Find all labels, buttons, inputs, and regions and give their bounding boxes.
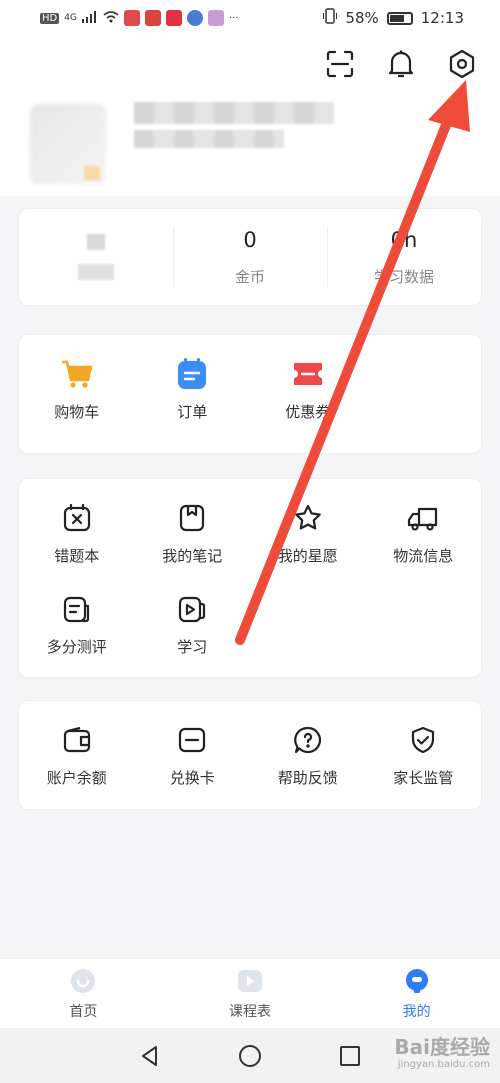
delivery-truck-icon [406,501,440,535]
tab-home-label: 首页 [69,1003,98,1020]
wallet-item[interactable]: 账户余额 [19,701,135,809]
clock-time: 12:13 [420,9,464,27]
tab-schedule-label: 课程表 [229,1003,271,1020]
app-notification-icon [123,10,140,26]
mine-tab-icon [405,968,428,993]
mistake-book-icon [60,501,94,535]
video-study-item[interactable]: 学习 [135,578,251,670]
coins-value: 0 [243,227,257,252]
star-wish-icon [291,501,325,535]
stat-study-data[interactable]: 0h 学习数据 [327,209,481,305]
hd-label: HD [40,12,60,24]
help-feedback-item[interactable]: 帮助反馈 [250,701,366,809]
recents-icon[interactable] [338,1044,362,1068]
status-bar: HD 4G ··· 58% 12:13 [0,0,500,36]
help-feedback-icon [291,723,325,757]
shop-section: 购物车 订单 优惠券 [18,334,482,454]
mistake-book-item[interactable]: 错题本 [19,479,135,571]
shopping-cart-label: 购物车 [54,403,100,421]
assessment-item[interactable]: 多分测评 [19,578,135,670]
shopping-cart-icon [60,357,94,391]
tab-mine[interactable]: 我的 [333,959,500,1028]
wallet-label: 账户余额 [46,769,107,787]
stat-coins[interactable]: 0 金币 [173,209,327,305]
stat-blurred-value [87,234,105,250]
network-type-label: 4G [64,13,77,23]
tab-mine-label: 我的 [402,1003,431,1020]
battery-percent: 58% [345,9,379,27]
coupon-item[interactable]: 优惠券 [250,335,366,453]
tab-home[interactable]: 首页 [0,959,167,1028]
order-label: 订单 [177,403,208,421]
header-actions [0,36,500,96]
wallet-icon [60,723,94,757]
redeem-card-icon [175,723,209,757]
shopping-cart-item[interactable]: 购物车 [19,335,135,453]
watermark: Bai度经验 jingyan.baidu.com [394,1035,490,1071]
username-blurred [134,102,334,124]
home-tab-icon [71,968,96,993]
music-app-icon [186,10,203,26]
parental-control-label: 家长监管 [393,769,454,787]
more-icon: ··· [228,12,239,24]
vibrate-icon [323,8,338,28]
blurred-badge [84,166,100,180]
scan-icon[interactable] [320,44,360,84]
study-data-label: 学习数据 [373,267,434,286]
empty-slot [366,335,482,453]
coupon-label: 优惠券 [285,403,331,421]
stat-blurred-label [78,264,114,280]
battery-icon [386,11,413,25]
study-section: 错题本 我的笔记 我的星愿 物流信息 多分测评 学习 [18,478,482,678]
stat-blurred[interactable] [19,209,173,305]
settings-icon[interactable] [442,44,482,84]
redeem-card-item[interactable]: 兑换卡 [135,701,251,809]
order-icon [175,357,209,391]
status-left: HD 4G ··· [40,9,238,27]
notes-label: 我的笔记 [162,547,223,565]
signal-icon [81,9,98,27]
watermark-brand: Bai度经验 [394,1035,490,1059]
bell-icon[interactable] [381,44,421,84]
coupon-icon [291,357,325,391]
back-icon[interactable] [138,1044,162,1068]
video-study-label: 学习 [177,638,208,656]
delivery-item[interactable]: 物流信息 [366,479,482,571]
stats-card: 0 金币 0h 学习数据 [18,208,482,306]
tab-schedule[interactable]: 课程表 [167,959,334,1028]
profile-header[interactable] [0,96,500,196]
assessment-label: 多分测评 [46,638,107,656]
video-study-icon [175,592,209,626]
status-right: 58% 12:13 [323,8,464,28]
order-item[interactable]: 订单 [135,335,251,453]
user-info-blurred [134,130,284,148]
app-notification-icon [165,10,182,26]
schedule-tab-icon [238,969,262,992]
watermark-url: jingyan.baidu.com [397,1059,490,1070]
help-feedback-label: 帮助反馈 [277,769,338,787]
star-wish-label: 我的星愿 [277,547,338,565]
delivery-label: 物流信息 [393,547,454,565]
notes-item[interactable]: 我的笔记 [135,479,251,571]
account-section: 账户余额 兑换卡 帮助反馈 家长监管 [18,700,482,810]
star-wish-item[interactable]: 我的星愿 [250,479,366,571]
notes-icon [175,501,209,535]
app-notification-icon [144,10,161,26]
mistake-book-label: 错题本 [54,547,100,565]
home-icon[interactable] [237,1043,263,1069]
app-notification-icon [207,10,224,26]
parental-shield-icon [406,723,440,757]
assessment-icon [60,592,94,626]
redeem-card-label: 兑换卡 [169,769,215,787]
bottom-tab-bar: 首页 课程表 我的 [0,958,500,1028]
parental-control-item[interactable]: 家长监管 [366,701,482,809]
coins-label: 金币 [234,267,265,286]
wifi-icon [103,9,119,27]
study-data-value: 0h [390,227,418,252]
